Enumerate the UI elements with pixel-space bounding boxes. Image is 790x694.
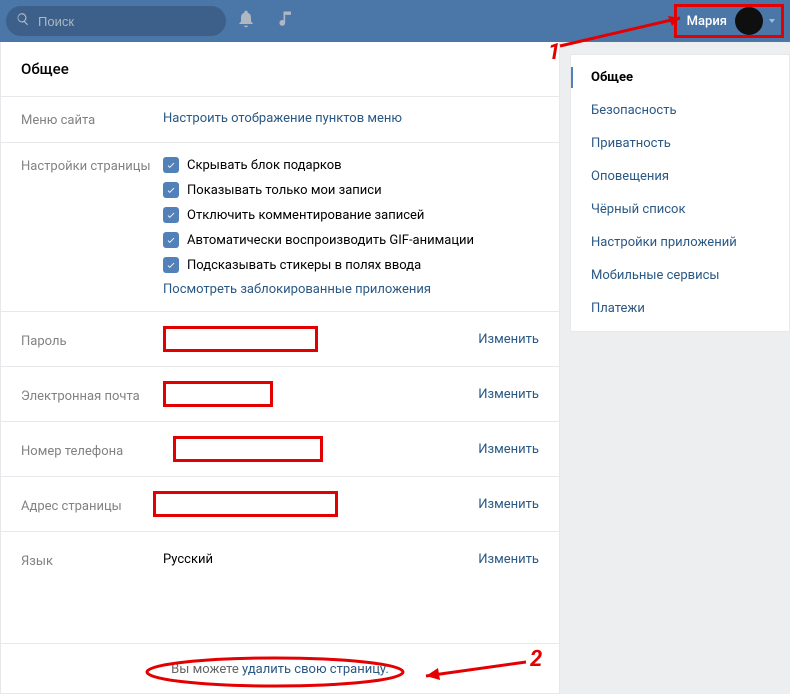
sidebar-item-general[interactable]: Общее (571, 61, 789, 94)
option-label: Скрывать блок подарков (187, 158, 342, 173)
notifications-button[interactable] (226, 0, 266, 42)
section-label: Меню сайта (21, 111, 163, 128)
option-row[interactable]: Показывать только мои записи (163, 182, 539, 198)
chevron-down-icon (769, 19, 775, 23)
sidebar-item-notifications[interactable]: Оповещения (571, 160, 789, 193)
section-page-settings: Настройки страницы Скрывать блок подарко… (1, 142, 559, 311)
music-icon (276, 9, 296, 33)
option-label: Подсказывать стикеры в полях ввода (187, 258, 421, 273)
change-email-link[interactable]: Изменить (475, 387, 539, 402)
checkbox-checked-icon[interactable] (163, 257, 179, 273)
sidebar-item-app-settings[interactable]: Настройки приложений (571, 226, 789, 259)
section-label: Адрес страницы (21, 495, 163, 514)
option-row[interactable]: Автоматически воспроизводить GIF-анимаци… (163, 232, 539, 248)
sidebar-item-mobile[interactable]: Мобильные сервисы (571, 259, 789, 292)
option-row[interactable]: Отключить комментирование записей (163, 207, 539, 223)
section-label: Пароль (21, 330, 163, 349)
option-label: Отключить комментирование записей (187, 208, 424, 223)
delete-prefix: Вы можете (171, 662, 242, 677)
top-header: Мария (0, 0, 790, 42)
phone-value-redacted (173, 436, 323, 462)
change-language-link[interactable]: Изменить (475, 552, 539, 567)
delete-page-link[interactable]: удалить свою страницу. (242, 662, 389, 677)
option-row[interactable]: Подсказывать стикеры в полях ввода (163, 257, 539, 273)
bell-icon (236, 9, 256, 33)
section-site-menu: Меню сайта Настроить отображение пунктов… (1, 96, 559, 142)
sidebar-item-payments[interactable]: Платежи (571, 292, 789, 325)
page-title: Общее (1, 42, 559, 96)
option-label: Показывать только мои записи (187, 183, 382, 198)
section-label: Номер телефона (21, 440, 163, 459)
change-address-link[interactable]: Изменить (475, 497, 539, 512)
sidebar-item-blacklist[interactable]: Чёрный список (571, 193, 789, 226)
delete-page-footer: Вы можете удалить свою страницу. (1, 643, 559, 693)
checkbox-checked-icon[interactable] (163, 207, 179, 223)
section-page-address: Адрес страницы Изменить (1, 476, 559, 531)
avatar (735, 7, 763, 35)
option-row[interactable]: Скрывать блок подарков (163, 157, 539, 173)
section-email: Электронная почта Изменить (1, 366, 559, 421)
password-value-redacted (163, 326, 318, 352)
user-menu[interactable]: Мария (674, 4, 784, 38)
music-button[interactable] (266, 0, 306, 42)
blocked-apps-link[interactable]: Посмотреть заблокированные приложения (163, 282, 431, 297)
address-value-redacted (153, 491, 338, 517)
change-password-link[interactable]: Изменить (475, 332, 539, 347)
settings-main-panel: Общее Меню сайта Настроить отображение п… (0, 42, 560, 694)
checkbox-checked-icon[interactable] (163, 157, 179, 173)
sidebar-item-privacy[interactable]: Приватность (571, 127, 789, 160)
language-value: Русский (163, 552, 213, 567)
section-label: Язык (21, 550, 163, 569)
user-name: Мария (687, 14, 727, 29)
search-input[interactable] (38, 14, 216, 29)
search-icon (16, 12, 30, 30)
email-value-redacted (163, 381, 273, 407)
section-language: Язык Русский Изменить (1, 531, 559, 586)
sidebar-item-security[interactable]: Безопасность (571, 94, 789, 127)
section-password: Пароль Изменить (1, 311, 559, 366)
option-label: Автоматически воспроизводить GIF-анимаци… (187, 233, 474, 248)
section-label: Настройки страницы (21, 157, 163, 174)
section-phone: Номер телефона Изменить (1, 421, 559, 476)
checkbox-checked-icon[interactable] (163, 182, 179, 198)
change-phone-link[interactable]: Изменить (475, 442, 539, 457)
section-label: Электронная почта (21, 385, 163, 404)
configure-menu-link[interactable]: Настроить отображение пунктов меню (163, 111, 402, 126)
checkbox-checked-icon[interactable] (163, 232, 179, 248)
settings-sidebar: Общее Безопасность Приватность Оповещени… (570, 54, 790, 332)
search-box[interactable] (6, 6, 226, 36)
